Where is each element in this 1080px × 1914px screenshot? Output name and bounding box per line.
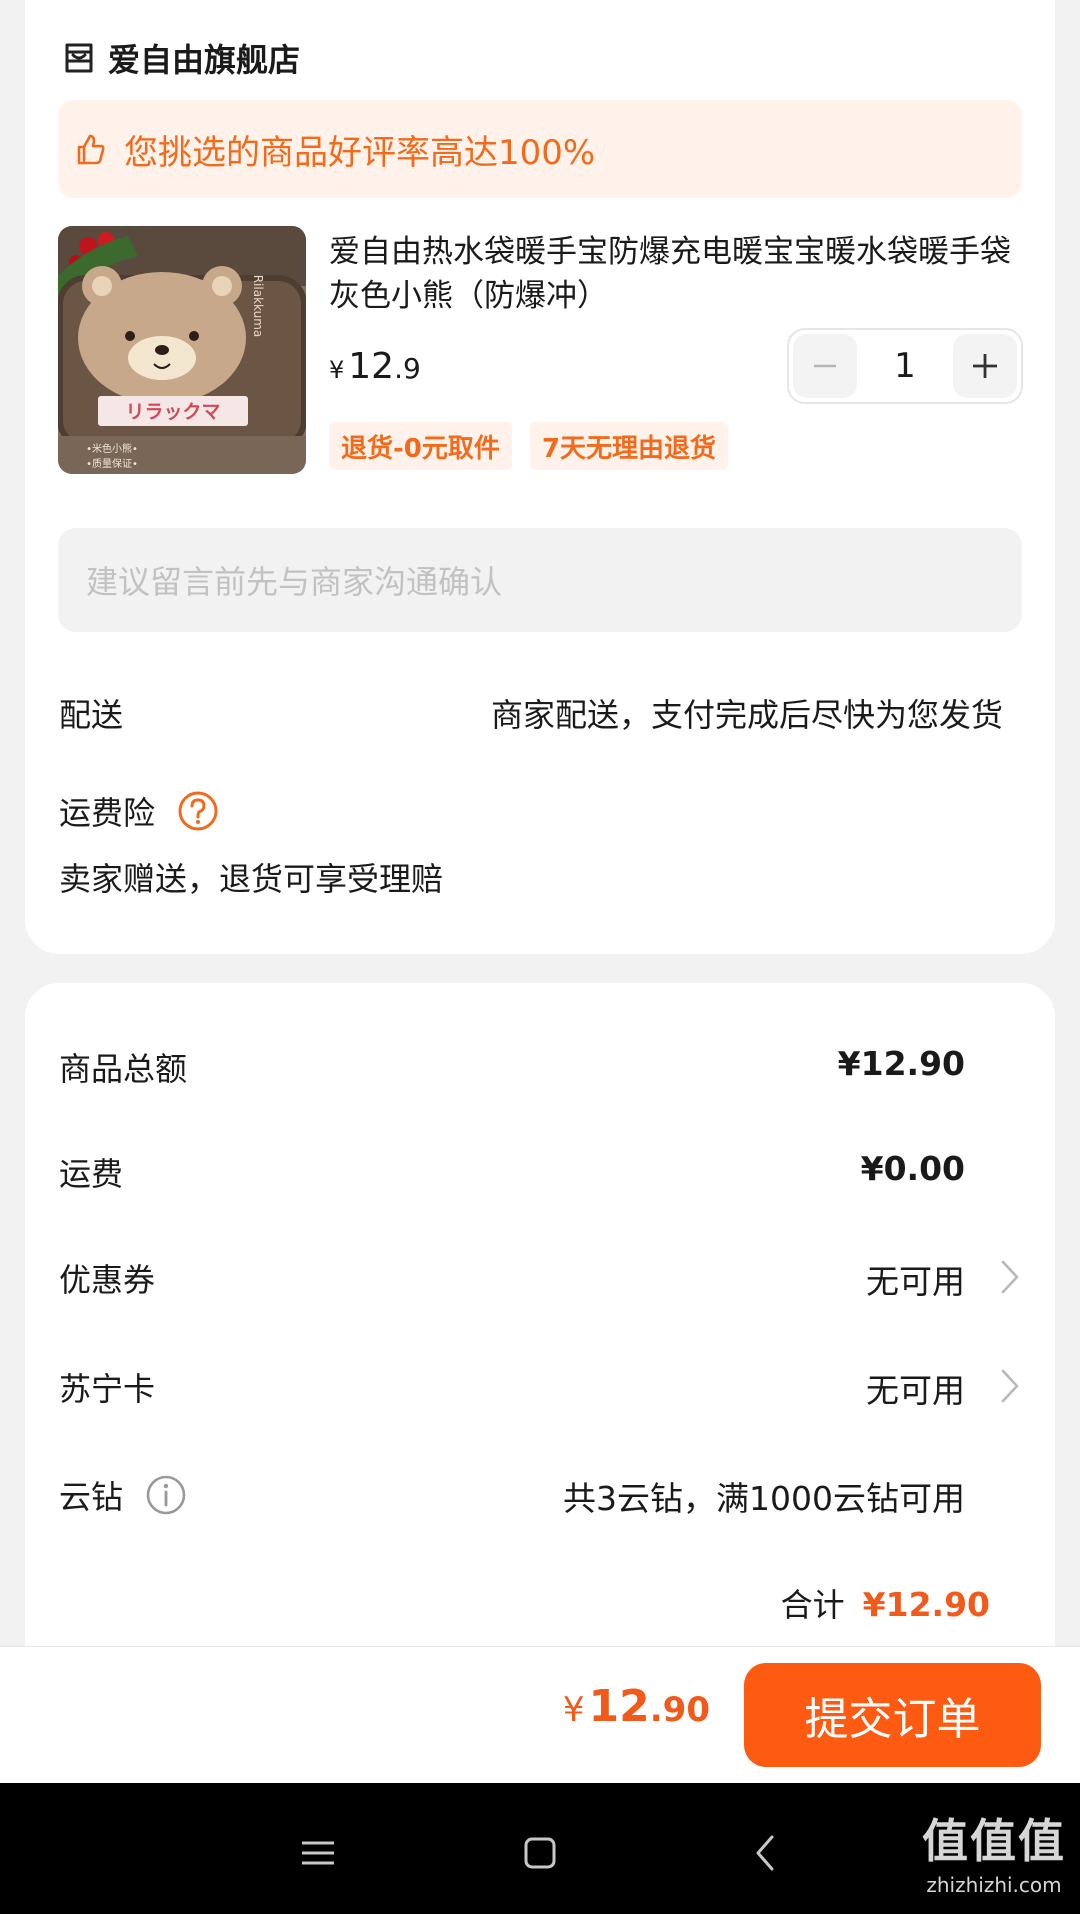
goods-total-row: 商品总额 ¥12.90: [59, 1034, 1021, 1094]
suning-card-row[interactable]: 苏宁卡 无可用: [59, 1354, 1021, 1414]
product-title[interactable]: 爱自由热水袋暖手宝防爆充电暖宝宝暖水袋暖手袋 灰色小熊（防爆冲）: [329, 230, 1029, 318]
order-note-input[interactable]: 建议留言前先与商家沟通确认: [58, 528, 1022, 632]
info-circle-icon[interactable]: [145, 1474, 187, 1516]
freight-label: 运费: [59, 1155, 124, 1193]
image-caption-1: •米色小熊•: [86, 442, 138, 455]
total-value: ¥12.90: [862, 1585, 990, 1624]
checkout-bar: ¥ 12 .90 提交订单: [0, 1646, 1080, 1783]
price-decimal: .9: [394, 352, 421, 385]
shipping-value: 商家配送，支付完成后尽快为您发货: [490, 696, 1003, 734]
freight-insurance-desc: 卖家赠送，退货可享受理赔: [59, 860, 444, 898]
product-image[interactable]: リラックマ Rilakkuma •米色小熊• •质量保证•: [58, 226, 306, 474]
coupon-label: 优惠券: [59, 1261, 156, 1299]
suning-card-label: 苏宁卡: [59, 1370, 156, 1408]
checkout-price: ¥ 12 .90: [563, 1681, 710, 1732]
minus-icon: [814, 364, 836, 368]
shipping-label: 配送: [59, 696, 124, 734]
thumbs-up-icon: [77, 134, 105, 165]
submit-order-button[interactable]: 提交订单: [744, 1663, 1041, 1767]
chevron-right-icon: [1001, 1260, 1019, 1294]
tag-7day-return: 7天无理由退货: [529, 422, 728, 470]
plus-icon: [973, 354, 997, 378]
freight-value: ¥0.00: [860, 1149, 965, 1188]
total-row: 合计 ¥12.90: [781, 1580, 990, 1626]
store-icon: [65, 43, 93, 73]
total-label: 合计: [780, 1586, 845, 1624]
coupon-row[interactable]: 优惠券 无可用: [59, 1245, 1021, 1305]
watermark-url: zhizhizhi.com: [926, 1873, 1062, 1897]
decrease-button[interactable]: [793, 334, 857, 398]
quantity-stepper: 1: [787, 328, 1023, 404]
system-nav-bar: 值值值 zhizhizhi.com: [0, 1783, 1080, 1914]
watermark-logo-text: 值值值: [922, 1814, 1066, 1868]
chevron-right-icon: [1001, 1369, 1019, 1403]
coupon-value: 无可用: [866, 1262, 965, 1301]
page: 爱自由旗舰店 您挑选的商品好评率高达100% リラックマ Rilakkuma •…: [0, 0, 1080, 1914]
store-header[interactable]: 爱自由旗舰店: [62, 28, 300, 88]
order-item-card: 爱自由旗舰店 您挑选的商品好评率高达100% リラックマ Rilakkuma •…: [25, 0, 1055, 954]
home-icon[interactable]: [510, 1823, 570, 1883]
goods-total-value: ¥12.90: [837, 1044, 965, 1083]
price-integer: 12: [348, 346, 395, 387]
rating-text: 您挑选的商品好评率高达100%: [124, 132, 596, 173]
increase-button[interactable]: [953, 334, 1017, 398]
cloud-diamond-row: 云钻 共3云钻，满1000云钻可用: [59, 1462, 1021, 1522]
image-brand-text: Rilakkuma: [251, 275, 265, 338]
cloud-diamond-label: 云钻: [59, 1478, 124, 1516]
question-circle-icon[interactable]: [177, 790, 219, 832]
menu-icon[interactable]: [288, 1823, 348, 1883]
store-name: 爱自由旗舰店: [108, 41, 301, 79]
suning-card-value: 无可用: [866, 1371, 965, 1410]
tag-free-return-pickup: 退货-0元取件: [329, 422, 512, 470]
freight-insurance-row: 运费险: [59, 788, 219, 834]
checkout-price-integer: 12: [588, 1681, 650, 1732]
freight-insurance-label: 运费险: [59, 794, 156, 832]
watermark: 值值值 zhizhizhi.com: [922, 1805, 1066, 1897]
image-banner-text: リラックマ: [125, 401, 220, 423]
back-icon[interactable]: [736, 1823, 796, 1883]
checkout-price-symbol: ¥: [562, 1690, 585, 1730]
cloud-diamond-label-wrap: 云钻: [59, 1472, 187, 1518]
goods-total-label: 商品总额: [59, 1050, 188, 1088]
freight-row: 运费 ¥0.00: [59, 1139, 1021, 1199]
quantity-value[interactable]: 1: [861, 346, 949, 386]
product-price: ¥ 12 .9: [329, 346, 421, 387]
rating-banner: 您挑选的商品好评率高达100%: [58, 100, 1022, 198]
price-symbol: ¥: [329, 356, 345, 384]
cloud-diamond-value: 共3云钻，满1000云钻可用: [563, 1479, 965, 1518]
checkout-price-decimal: .90: [649, 1690, 710, 1730]
service-tags: 退货-0元取件 7天无理由退货: [329, 422, 728, 470]
image-caption-2: •质量保证•: [86, 457, 138, 470]
